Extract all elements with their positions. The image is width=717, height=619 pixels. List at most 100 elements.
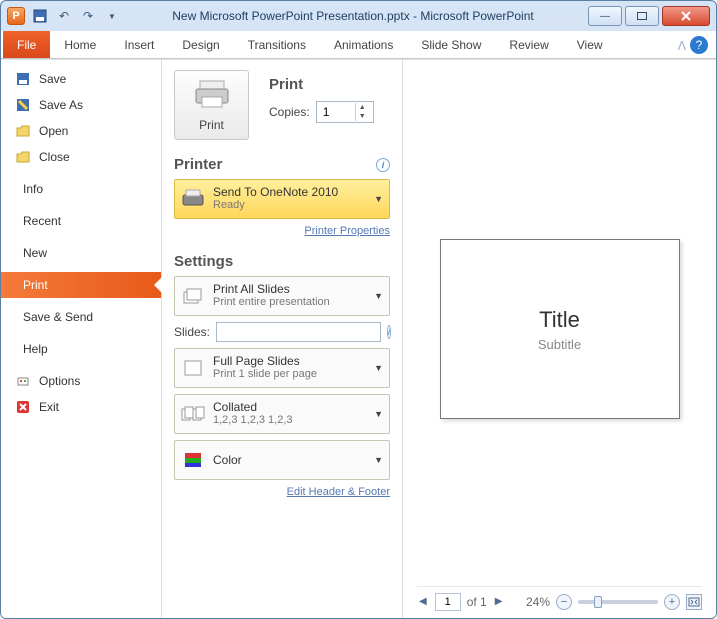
menu-options[interactable]: Options — [1, 368, 161, 394]
info-icon[interactable]: i — [376, 158, 390, 172]
save-as-icon — [15, 97, 31, 113]
copies-input[interactable] — [317, 105, 355, 119]
qat-undo-icon[interactable]: ↶ — [55, 7, 73, 25]
printer-name: Send To OneNote 2010 — [213, 186, 338, 199]
exit-icon — [15, 399, 31, 415]
slide-preview: Title Subtitle — [440, 239, 680, 419]
menu-print[interactable]: Print — [1, 272, 161, 298]
slides-label: Slides: — [174, 325, 210, 339]
menu-label: Save As — [39, 98, 83, 112]
tab-insert[interactable]: Insert — [110, 31, 168, 58]
menu-info[interactable]: Info — [1, 176, 161, 202]
menu-label: Open — [39, 124, 68, 138]
minimize-ribbon-icon[interactable]: ᐱ — [678, 39, 686, 58]
prev-page-button[interactable]: ◀ — [417, 596, 429, 607]
menu-label: Info — [23, 182, 43, 196]
chevron-down-icon: ▼ — [374, 455, 383, 465]
preview-area: Title Subtitle — [417, 72, 702, 586]
chevron-down-icon: ▼ — [374, 291, 383, 301]
help-icon[interactable]: ? — [690, 36, 708, 54]
chevron-down-icon: ▼ — [374, 409, 383, 419]
chevron-down-icon: ▼ — [374, 194, 383, 204]
menu-save[interactable]: Save — [1, 66, 161, 92]
collate-dropdown[interactable]: Collated1,2,3 1,2,3 1,2,3 ▼ — [174, 394, 390, 434]
qat-customize-icon[interactable]: ▼ — [103, 7, 121, 25]
menu-label: Recent — [23, 214, 61, 228]
menu-label: Save — [39, 72, 66, 86]
dd-sub: 1,2,3 1,2,3 1,2,3 — [213, 414, 293, 427]
print-range-dropdown[interactable]: Print All SlidesPrint entire presentatio… — [174, 276, 390, 316]
dd-title: Color — [213, 454, 242, 467]
edit-header-footer-link[interactable]: Edit Header & Footer — [174, 486, 390, 498]
spinner-down-icon[interactable]: ▼ — [356, 112, 369, 121]
menu-recent[interactable]: Recent — [1, 208, 161, 234]
zoom-in-button[interactable]: + — [664, 594, 680, 610]
tab-slideshow[interactable]: Slide Show — [407, 31, 495, 58]
info-icon[interactable]: i — [387, 325, 391, 339]
minimize-button[interactable]: — — [588, 6, 622, 26]
fit-to-window-button[interactable] — [686, 594, 702, 610]
menu-label: New — [23, 246, 47, 260]
tab-view[interactable]: View — [563, 31, 617, 58]
printer-dropdown[interactable]: Send To OneNote 2010Ready ▼ — [174, 179, 390, 219]
slides-stack-icon — [181, 284, 205, 308]
dd-sub: Print 1 slide per page — [213, 368, 317, 381]
maximize-button[interactable] — [625, 6, 659, 26]
menu-label: Exit — [39, 400, 59, 414]
menu-new[interactable]: New — [1, 240, 161, 266]
options-icon — [15, 373, 31, 389]
next-page-button[interactable]: ▶ — [493, 596, 505, 607]
copies-label: Copies: — [269, 105, 310, 119]
menu-help[interactable]: Help — [1, 336, 161, 362]
color-dropdown[interactable]: Color ▼ — [174, 440, 390, 480]
slide-title: Title — [539, 307, 580, 333]
page-icon — [181, 356, 205, 380]
printer-status: Ready — [213, 199, 338, 212]
tab-home[interactable]: Home — [50, 31, 110, 58]
color-icon — [181, 448, 205, 472]
menu-open[interactable]: Open — [1, 118, 161, 144]
collate-icon — [181, 402, 205, 426]
open-icon — [15, 123, 31, 139]
page-input[interactable] — [435, 593, 461, 611]
menu-label: Close — [39, 150, 70, 164]
printer-icon — [194, 79, 230, 112]
tab-design[interactable]: Design — [168, 31, 233, 58]
qat-redo-icon[interactable]: ↷ — [79, 7, 97, 25]
qat-save-icon[interactable] — [31, 7, 49, 25]
printer-device-icon — [181, 187, 205, 211]
menu-close[interactable]: Close — [1, 144, 161, 170]
window-title: New Microsoft PowerPoint Presentation.pp… — [121, 9, 585, 23]
settings-section-heading: Settings — [174, 253, 233, 270]
close-button[interactable] — [662, 6, 710, 26]
app-icon: P — [7, 7, 25, 25]
copies-spinner[interactable]: ▲▼ — [316, 101, 374, 123]
tab-file[interactable]: File — [3, 31, 50, 58]
tab-review[interactable]: Review — [495, 31, 562, 58]
print-button-label: Print — [199, 118, 224, 132]
dd-title: Collated — [213, 401, 293, 414]
save-icon — [15, 71, 31, 87]
menu-label: Options — [39, 374, 80, 388]
menu-save-send[interactable]: Save & Send — [1, 304, 161, 330]
close-file-icon — [15, 149, 31, 165]
tab-animations[interactable]: Animations — [320, 31, 407, 58]
menu-save-as[interactable]: Save As — [1, 92, 161, 118]
printer-section-heading: Printer — [174, 156, 222, 173]
tab-transitions[interactable]: Transitions — [234, 31, 320, 58]
spinner-up-icon[interactable]: ▲ — [356, 103, 369, 112]
print-button[interactable]: Print — [174, 70, 249, 140]
dd-sub: Print entire presentation — [213, 296, 330, 309]
dd-title: Full Page Slides — [213, 355, 317, 368]
slider-thumb[interactable] — [594, 596, 602, 608]
zoom-out-button[interactable]: − — [556, 594, 572, 610]
menu-exit[interactable]: Exit — [1, 394, 161, 420]
menu-label: Save & Send — [23, 310, 93, 324]
menu-label: Help — [23, 342, 48, 356]
print-section-heading: Print — [269, 76, 374, 93]
printer-properties-link[interactable]: Printer Properties — [174, 225, 390, 237]
page-of-label: of 1 — [467, 595, 487, 609]
page-layout-dropdown[interactable]: Full Page SlidesPrint 1 slide per page ▼ — [174, 348, 390, 388]
slides-input[interactable] — [216, 322, 381, 342]
zoom-slider[interactable] — [578, 600, 658, 604]
